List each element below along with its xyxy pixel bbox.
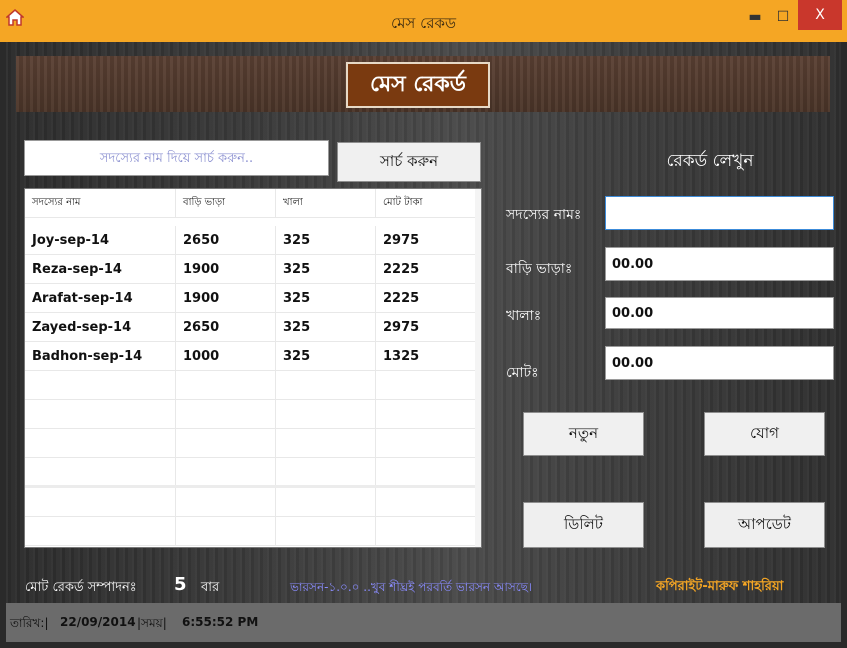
- record-count-unit: বার: [201, 580, 220, 595]
- table-row[interactable]: Reza-sep-14 1900 325 2225: [25, 255, 481, 284]
- cell-meal: 325: [276, 226, 376, 254]
- empty-cell: [376, 458, 476, 486]
- cell-name: Badhon-sep-14: [25, 342, 176, 370]
- cell-total: 2975: [376, 313, 476, 341]
- table-header: সদস্যের নাম বাড়ি ভাড়া খালা মোট টাকা: [25, 189, 481, 218]
- empty-cell: [176, 458, 276, 486]
- close-button[interactable]: X: [798, 0, 842, 30]
- page-title: মেস রেকর্ড: [346, 62, 490, 108]
- cell-rent: 1000: [176, 342, 276, 370]
- total-field[interactable]: [605, 346, 834, 380]
- empty-cell: [176, 371, 276, 399]
- table-row[interactable]: Arafat-sep-14 1900 325 2225: [25, 284, 481, 313]
- empty-cell: [176, 488, 276, 516]
- rent-field[interactable]: [605, 247, 834, 281]
- empty-cell: [176, 400, 276, 428]
- cell-rent: 2650: [176, 313, 276, 341]
- time-label: |সময়|: [137, 616, 167, 630]
- new-button[interactable]: নতুন: [523, 412, 644, 456]
- rent-label: বাড়ি ভাড়াঃ: [506, 261, 573, 277]
- time-value: 6:55:52 PM: [182, 615, 259, 629]
- total-label: মোটঃ: [506, 365, 539, 381]
- empty-cell: [376, 488, 476, 516]
- delete-button[interactable]: ডিলিট: [523, 502, 644, 548]
- table-row[interactable]: Badhon-sep-14 1000 325 1325: [25, 342, 481, 371]
- cell-rent: 2650: [176, 226, 276, 254]
- meal-label: খালাঃ: [506, 308, 542, 324]
- column-header-name[interactable]: সদস্যের নাম: [25, 189, 176, 217]
- form-title: রেকর্ড লেখুন: [666, 151, 754, 171]
- column-header-total[interactable]: মোট টাকা: [376, 189, 476, 217]
- cell-rent: 1900: [176, 255, 276, 283]
- cell-name: Joy-sep-14: [25, 226, 176, 254]
- cell-total: 2225: [376, 255, 476, 283]
- name-label: সদস্যের নামঃ: [506, 207, 582, 223]
- table-row[interactable]: Joy-sep-14 2650 325 2975: [25, 226, 481, 255]
- empty-cell: [276, 371, 376, 399]
- empty-cell: [276, 458, 376, 486]
- version-text: ভারসন-১.০.০ ..খুব শীঘ্রই পরবর্তি ভারসন আ…: [290, 580, 533, 594]
- cell-total: 2225: [376, 284, 476, 312]
- add-button[interactable]: যোগ: [704, 412, 825, 456]
- table-row-empty: [25, 517, 481, 546]
- copyright-text: কপিরাইট-মারুফ শাহরিয়া: [656, 579, 784, 594]
- date-label: তারিখ:|: [10, 616, 49, 630]
- empty-cell: [376, 429, 476, 457]
- empty-cell: [176, 429, 276, 457]
- cell-meal: 325: [276, 255, 376, 283]
- column-header-meal[interactable]: খালা: [276, 189, 376, 217]
- table-row-empty: [25, 400, 481, 429]
- empty-cell: [25, 517, 176, 545]
- meal-field[interactable]: [605, 297, 834, 329]
- window-title: মেস রেকড: [391, 14, 456, 32]
- table-row[interactable]: Zayed-sep-14 2650 325 2975: [25, 313, 481, 342]
- empty-cell: [376, 400, 476, 428]
- cell-meal: 325: [276, 313, 376, 341]
- empty-cell: [176, 517, 276, 545]
- cell-rent: 1900: [176, 284, 276, 312]
- table-row-empty: [25, 371, 481, 400]
- date-value: 22/09/2014: [60, 615, 136, 629]
- records-table[interactable]: সদস্যের নাম বাড়ি ভাড়া খালা মোট টাকা Jo…: [24, 188, 482, 548]
- table-row-empty: [25, 429, 481, 458]
- update-button[interactable]: আপডেট: [704, 502, 825, 548]
- empty-cell: [376, 371, 476, 399]
- maximize-button[interactable]: ☐: [770, 0, 796, 34]
- table-row-empty: [25, 488, 481, 517]
- empty-cell: [276, 488, 376, 516]
- empty-cell: [276, 429, 376, 457]
- search-button[interactable]: সার্চ করুন: [337, 142, 481, 182]
- cell-total: 2975: [376, 226, 476, 254]
- cell-total: 1325: [376, 342, 476, 370]
- record-count-value: 5: [174, 574, 187, 595]
- record-count-label: মোট রেকর্ড সম্পাদনঃ: [25, 580, 137, 595]
- status-bar: তারিখ:| 22/09/2014 |সময়| 6:55:52 PM: [6, 603, 841, 642]
- empty-cell: [276, 517, 376, 545]
- empty-cell: [276, 400, 376, 428]
- name-field[interactable]: [605, 196, 834, 230]
- empty-cell: [25, 429, 176, 457]
- empty-cell: [25, 371, 176, 399]
- table-row-empty: [25, 458, 481, 487]
- cell-name: Reza-sep-14: [25, 255, 176, 283]
- column-header-rent[interactable]: বাড়ি ভাড়া: [176, 189, 276, 217]
- empty-cell: [376, 517, 476, 545]
- title-bar: মেস রেকড ▬ ☐ X: [0, 0, 847, 42]
- cell-name: Zayed-sep-14: [25, 313, 176, 341]
- minimize-button[interactable]: ▬: [742, 0, 768, 34]
- table-scrollbar[interactable]: [475, 189, 481, 547]
- cell-meal: 325: [276, 342, 376, 370]
- cell-name: Arafat-sep-14: [25, 284, 176, 312]
- empty-cell: [25, 458, 176, 486]
- empty-cell: [25, 488, 176, 516]
- empty-cell: [25, 400, 176, 428]
- cell-meal: 325: [276, 284, 376, 312]
- search-input[interactable]: [24, 140, 329, 176]
